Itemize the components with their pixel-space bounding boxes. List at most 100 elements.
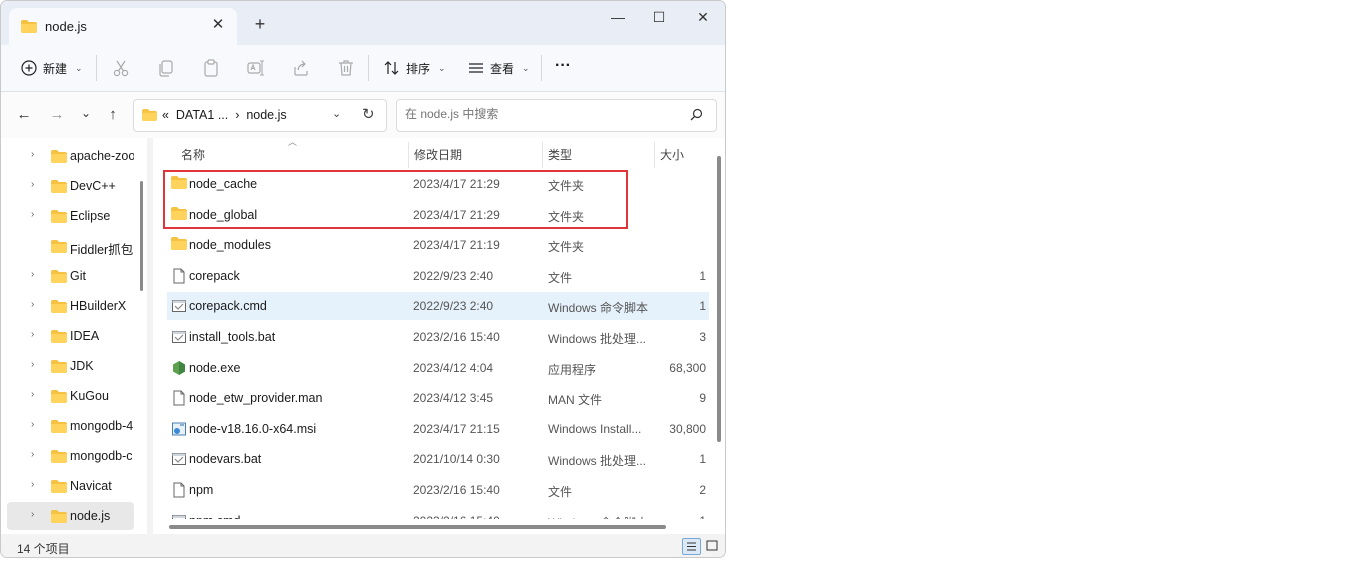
folder-icon xyxy=(21,20,37,36)
paste-icon[interactable] xyxy=(201,58,221,78)
forward-button[interactable]: → xyxy=(47,106,67,124)
file-row[interactable]: corepack.cmd 2022/9/23 2:40 Windows 命令脚本 1 xyxy=(167,292,709,321)
file-row[interactable]: nodevars.bat 2021/10/14 0:30 Windows 批处理..… xyxy=(167,445,709,473)
search-icon[interactable] xyxy=(690,108,703,121)
file-type: 文件夹 xyxy=(548,240,585,255)
column-header-size[interactable]: 大小 xyxy=(660,146,684,163)
recent-locations-button[interactable]: ⌄ xyxy=(76,104,96,122)
chevron-right-icon[interactable]: › xyxy=(31,419,34,430)
sort-button[interactable]: 排序 ⌄ xyxy=(384,53,446,83)
tree-item-devc-[interactable]: › DevC++ xyxy=(7,172,134,200)
tree-item-idea[interactable]: › IDEA xyxy=(7,322,134,350)
folder-icon xyxy=(51,450,67,466)
chevron-right-icon[interactable]: › xyxy=(31,449,34,460)
new-button[interactable]: 新建 ⌄ xyxy=(21,53,83,83)
minimize-button[interactable]: — xyxy=(603,7,633,27)
nodejs-icon xyxy=(171,360,187,376)
file-row[interactable]: npm 2023/2/16 15:40 文件 2 xyxy=(167,476,709,504)
view-button[interactable]: 查看 ⌄ xyxy=(468,53,530,83)
script-icon xyxy=(171,329,187,345)
file-list-vertical-scrollbar[interactable] xyxy=(717,156,721,442)
file-row[interactable]: npm.cmd 2023/2/16 15:40 Windows 命令脚本 1 xyxy=(167,507,709,519)
maximize-button[interactable]: ☐ xyxy=(644,7,674,27)
chevron-right-icon[interactable]: › xyxy=(31,389,34,400)
tree-item-eclipse[interactable]: › Eclipse xyxy=(7,202,134,230)
tree-item-mongodb-4[interactable]: › mongodb-4 xyxy=(7,412,134,440)
column-divider[interactable] xyxy=(542,142,543,168)
chevron-right-icon[interactable]: › xyxy=(31,269,34,280)
tree-item-kugou[interactable]: › KuGou xyxy=(7,382,134,410)
tree-item-label: KuGou xyxy=(70,389,109,403)
file-modified-date: 2023/2/16 15:40 xyxy=(413,483,500,497)
file-row[interactable]: install_tools.bat 2023/2/16 15:40 Windows … xyxy=(167,323,709,351)
file-row[interactable]: node.exe 2023/4/12 4:04 应用程序 68,300 xyxy=(167,354,709,382)
file-name: node_etw_provider.man xyxy=(189,391,323,406)
back-button[interactable]: ← xyxy=(14,106,34,124)
chevron-right-icon[interactable]: › xyxy=(31,509,34,520)
share-icon[interactable] xyxy=(291,58,311,78)
up-button[interactable]: ↑ xyxy=(103,106,123,124)
column-divider[interactable] xyxy=(654,142,655,168)
file-modified-date: 2023/4/12 3:45 xyxy=(413,391,494,406)
folder-icon xyxy=(51,240,67,256)
close-tab-icon[interactable]: ✕ xyxy=(209,16,227,34)
breadcrumb-segment-data1[interactable]: DATA1 ... xyxy=(176,108,228,122)
search-box[interactable] xyxy=(396,99,717,132)
tree-item-jdk[interactable]: › JDK xyxy=(7,352,134,380)
tree-item-hbuilderx[interactable]: › HBuilderX xyxy=(7,292,134,320)
file-name: node_modules xyxy=(189,238,272,253)
file-size: 1 xyxy=(699,268,706,283)
breadcrumb-segment-nodejs[interactable]: node.js xyxy=(246,108,286,122)
chevron-right-icon[interactable]: › xyxy=(31,359,34,370)
delete-icon[interactable] xyxy=(336,58,356,78)
tiles-view-button[interactable] xyxy=(704,538,721,553)
details-view-button[interactable] xyxy=(682,538,701,555)
copy-icon[interactable] xyxy=(156,58,176,78)
view-list-icon xyxy=(469,63,483,73)
command-bar: 新建 ⌄ 排序 ⌄ 查看 ⌄ ··· xyxy=(1,45,725,92)
file-size: 30,800 xyxy=(669,421,706,436)
file-name: npm xyxy=(189,483,214,497)
nav-scrollbar[interactable] xyxy=(140,181,143,291)
address-bar[interactable]: « DATA1 ... › node.js ⌄ ↻ xyxy=(133,99,387,132)
refresh-icon[interactable]: ↻ xyxy=(362,105,375,123)
column-header-type[interactable]: 类型 xyxy=(548,146,572,163)
tree-item-navicat[interactable]: › Navicat xyxy=(7,472,134,500)
details-view-icon xyxy=(687,542,696,551)
column-header-modified[interactable]: 修改日期 xyxy=(414,146,462,163)
file-row[interactable]: node_etw_provider.man 2023/4/12 3:45 MAN 文… xyxy=(167,384,709,412)
breadcrumb-overflow[interactable]: « xyxy=(162,108,169,122)
chevron-right-icon[interactable]: › xyxy=(31,329,34,340)
address-dropdown-icon[interactable]: ⌄ xyxy=(332,107,341,120)
close-window-button[interactable]: ✕ xyxy=(688,7,718,27)
file-modified-date: 2023/2/16 15:40 xyxy=(413,330,500,344)
new-label: 新建 xyxy=(43,61,68,76)
chevron-right-icon[interactable]: › xyxy=(31,299,34,310)
file-list-horizontal-scrollbar[interactable] xyxy=(169,525,666,529)
tree-item-mongodb-c[interactable]: › mongodb-c xyxy=(7,442,134,470)
new-tab-button[interactable]: + xyxy=(251,15,269,33)
cut-icon[interactable] xyxy=(111,58,131,78)
tree-item-apache-zoo[interactable]: › apache-zoo xyxy=(7,142,134,170)
file-row[interactable]: node_modules 2023/4/17 21:19 文件夹 xyxy=(167,231,709,259)
tab-node-js[interactable]: node.js ✕ xyxy=(9,8,237,45)
file-type: 文件 xyxy=(548,485,573,499)
chevron-right-icon[interactable]: › xyxy=(31,179,34,190)
column-divider[interactable] xyxy=(408,142,409,168)
rename-icon[interactable] xyxy=(246,58,266,78)
chevron-right-icon[interactable]: › xyxy=(31,209,34,220)
search-input[interactable] xyxy=(403,106,677,122)
status-bar: 14 个项目 xyxy=(1,534,725,557)
file-row[interactable]: node-v18.16.0-x64.msi 2023/4/17 21:15 Wind… xyxy=(167,415,709,443)
chevron-right-icon[interactable]: › xyxy=(31,149,34,160)
more-options-button[interactable]: ··· xyxy=(555,51,571,81)
tree-item-label: apache-zoo xyxy=(70,149,134,163)
chevron-right-icon[interactable]: › xyxy=(31,479,34,490)
folder-icon xyxy=(51,150,67,166)
file-row[interactable]: corepack 2022/9/23 2:40 文件 1 xyxy=(167,262,709,290)
column-header-name[interactable]: 名称 xyxy=(181,146,205,163)
tree-item-node-js[interactable]: › node.js xyxy=(7,502,134,530)
tree-item-fiddler-[interactable]: Fiddler抓包 xyxy=(7,232,134,260)
file-size: 2 xyxy=(699,483,706,497)
tree-item-git[interactable]: › Git xyxy=(7,262,134,290)
